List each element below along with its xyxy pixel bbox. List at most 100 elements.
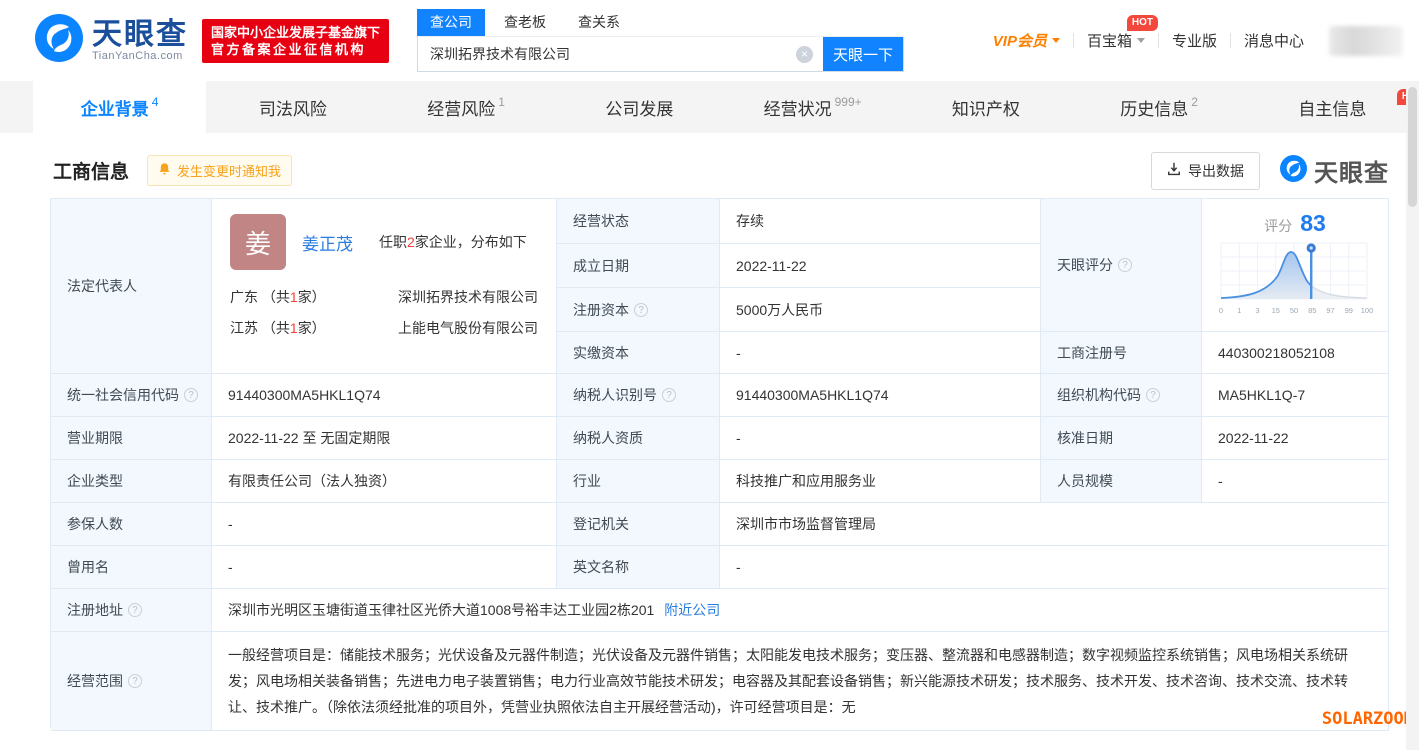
help-icon[interactable]: ?	[184, 388, 198, 402]
search-tabs: 查公司 查老板 查关系	[417, 9, 904, 37]
value-established-date: 2022-11-22	[720, 244, 1041, 288]
help-icon[interactable]: ?	[1146, 388, 1160, 402]
label-business-scope: 经营范围?	[51, 632, 212, 731]
label-staff-size: 人员规模	[1041, 460, 1202, 503]
legal-representative-cell: 姜 姜正茂 任职2家企业，分布如下 广东 （共1家） 深圳拓界技术有限公司 江苏…	[212, 199, 557, 374]
value-registry-authority: 深圳市市场监督管理局	[720, 503, 1389, 546]
tab-company-development[interactable]: 公司发展	[553, 81, 726, 133]
list-item: 广东 （共1家） 深圳拓界技术有限公司	[230, 282, 538, 313]
tab-intellectual-property[interactable]: 知识产权	[899, 81, 1072, 133]
business-info-table: 法定代表人 姜 姜正茂 任职2家企业，分布如下 广东 （共1家） 深圳拓界技术有…	[50, 198, 1389, 728]
toolbox-hot-badge: HOT	[1127, 15, 1158, 31]
toolbox-label: 百宝箱	[1087, 30, 1132, 51]
clear-search-icon[interactable]: ×	[796, 46, 813, 63]
certification-badge-line2: 官方备案企业征信机构	[211, 41, 380, 58]
tab-count: 1	[498, 95, 505, 109]
search-tab-boss[interactable]: 查老板	[491, 9, 559, 36]
svg-text:15: 15	[1272, 306, 1280, 315]
company-name: 深圳拓界技术有限公司	[398, 282, 538, 313]
value-industry: 科技推广和应用服务业	[720, 460, 1041, 503]
svg-text:97: 97	[1326, 306, 1334, 315]
company-name: 上能电气股份有限公司	[398, 313, 538, 344]
menu-vip[interactable]: VIP会员	[980, 30, 1073, 51]
help-icon[interactable]: ?	[662, 388, 676, 402]
tab-count: 2	[1191, 95, 1198, 109]
value-business-scope: 一般经营项目是：储能技术服务；光伏设备及元器件制造；光伏设备及元器件销售；太阳能…	[212, 632, 1389, 731]
label-registered-capital: 注册资本?	[557, 288, 720, 332]
tab-operating-risk[interactable]: 经营风险1	[380, 81, 553, 133]
tianyancha-logo-icon	[1280, 155, 1307, 187]
tab-self-info[interactable]: 自主信息 HOT	[1246, 81, 1419, 133]
value-taxpayer-quality: -	[720, 417, 1041, 460]
label-former-name: 曾用名	[51, 546, 212, 589]
score-value: 83	[1300, 210, 1326, 236]
legal-rep-tenure: 任职2家企业，分布如下	[379, 232, 527, 252]
label-approval-date: 核准日期	[1041, 417, 1202, 460]
tab-count: 4	[152, 95, 159, 109]
search-tab-relation[interactable]: 查关系	[565, 9, 633, 36]
search-box: × 天眼一下	[417, 37, 904, 72]
label-legal-representative: 法定代表人	[51, 199, 212, 374]
legal-rep-distribution: 广东 （共1家） 深圳拓界技术有限公司 江苏 （共1家） 上能电气股份有限公司	[230, 282, 538, 344]
user-account-redacted[interactable]	[1329, 26, 1403, 56]
svg-text:85: 85	[1308, 306, 1316, 315]
bell-icon	[158, 162, 171, 179]
certification-badge: 国家中小企业发展子基金旗下 官方备案企业征信机构	[202, 19, 389, 63]
message-center-label: 消息中心	[1244, 30, 1304, 51]
label-taxpayer-id: 纳税人识别号?	[557, 374, 720, 417]
tianyancha-logo-icon	[35, 14, 83, 67]
value-registered-address: 深圳市光明区玉塘街道玉律社区光侨大道1008号裕丰达工业园2栋201 附近公司	[212, 589, 1389, 632]
tab-company-background[interactable]: 企业背景4	[33, 81, 206, 133]
value-staff-size: -	[1202, 460, 1389, 503]
search-input[interactable]	[418, 37, 823, 71]
tab-operating-status[interactable]: 经营状况999+	[726, 81, 899, 133]
search-tab-company[interactable]: 查公司	[417, 9, 485, 36]
watermark-brand-text: 天眼查	[1314, 153, 1389, 188]
value-english-name: -	[720, 546, 1389, 589]
value-former-name: -	[212, 546, 557, 589]
header: 天眼查 TianYanCha.com 国家中小企业发展子基金旗下 官方备案企业征…	[0, 0, 1419, 81]
scrollbar[interactable]	[1406, 81, 1419, 750]
help-icon[interactable]: ?	[1118, 258, 1132, 272]
tab-judicial-risk[interactable]: 司法风险	[206, 81, 379, 133]
tab-count: 999+	[835, 95, 862, 109]
certification-badge-line1: 国家中小企业发展子基金旗下	[211, 24, 380, 41]
company-nav-tabs: 企业背景4 司法风险 经营风险1 公司发展 经营状况999+ 知识产权 历史信息…	[0, 81, 1419, 133]
value-credit-code: 91440300MA5HKL1Q74	[212, 374, 557, 417]
scrollbar-thumb[interactable]	[1408, 87, 1417, 207]
notify-on-change-button[interactable]: 发生变更时通知我	[147, 155, 292, 186]
pro-version-label: 专业版	[1172, 30, 1217, 51]
score-title: 评分83	[1264, 210, 1326, 237]
value-taxpayer-id: 91440300MA5HKL1Q74	[720, 374, 1041, 417]
menu-pro-version[interactable]: 专业版	[1159, 30, 1230, 51]
value-paid-in-capital: -	[720, 332, 1041, 374]
label-company-type: 企业类型	[51, 460, 212, 503]
vip-label: VIP会员	[993, 30, 1047, 51]
svg-text:100: 100	[1361, 306, 1374, 315]
tianyancha-logo[interactable]: 天眼查 TianYanCha.com	[35, 14, 188, 67]
value-company-type: 有限责任公司（法人独资）	[212, 460, 557, 503]
tab-history-info[interactable]: 历史信息2	[1073, 81, 1246, 133]
label-english-name: 英文名称	[557, 546, 720, 589]
export-data-button[interactable]: 导出数据	[1151, 152, 1260, 190]
label-tyc-score: 天眼评分?	[1041, 199, 1202, 332]
tianyancha-company-page: 天眼查 TianYanCha.com 国家中小企业发展子基金旗下 官方备案企业征…	[0, 0, 1419, 750]
value-org-code: MA5HKL1Q-7	[1202, 374, 1389, 417]
help-icon[interactable]: ?	[634, 303, 648, 317]
label-org-code: 组织机构代码?	[1041, 374, 1202, 417]
svg-text:3: 3	[1255, 306, 1259, 315]
menu-toolbox[interactable]: HOT 百宝箱	[1074, 30, 1158, 51]
help-icon[interactable]: ?	[128, 674, 142, 688]
legal-rep-avatar[interactable]: 姜	[230, 214, 286, 270]
label-business-term: 营业期限	[51, 417, 212, 460]
label-industry: 行业	[557, 460, 720, 503]
value-registered-capital: 5000万人民币	[720, 288, 1041, 332]
nearby-companies-link[interactable]: 附近公司	[664, 600, 720, 620]
legal-rep-name-link[interactable]: 姜正茂	[302, 235, 353, 254]
search-button[interactable]: 天眼一下	[823, 37, 903, 71]
help-icon[interactable]: ?	[128, 603, 142, 617]
label-paid-in-capital: 实缴资本	[557, 332, 720, 374]
section-bar-right: 导出数据 天眼查	[1151, 152, 1389, 190]
menu-message-center[interactable]: 消息中心	[1231, 30, 1317, 51]
solarzoom-watermark: SOLARZOOM	[1322, 709, 1414, 729]
